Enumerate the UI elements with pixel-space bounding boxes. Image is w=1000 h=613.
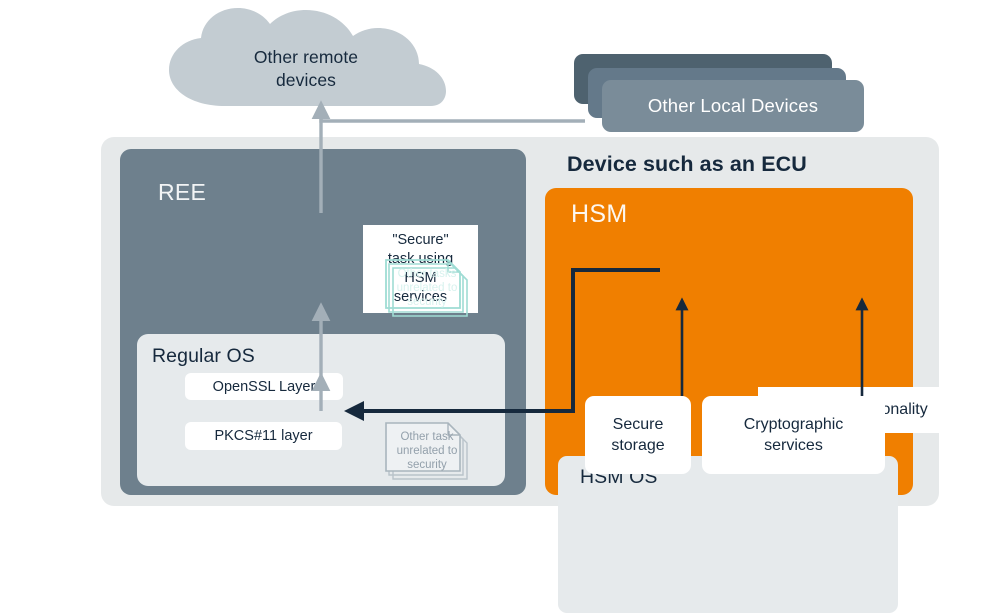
other-task-unrelated-note-grey: Other task unrelated to security — [385, 421, 475, 483]
note-grey-line1: Other task — [400, 431, 454, 443]
device-panel-title: Device such as an ECU — [567, 152, 807, 176]
cryptographic-services-text: Cryptographic services — [744, 414, 844, 456]
secure-storage-text: Secure storage — [611, 414, 664, 456]
cryptographic-services-line1: Cryptographic — [743, 416, 844, 433]
note-teal-line1: Other tasks — [397, 268, 457, 280]
other-local-devices-stack: Other Local Devices — [574, 54, 864, 132]
other-remote-devices-cloud: Other remote devices — [163, 6, 449, 108]
cryptographic-services-line2: services — [764, 437, 823, 454]
secure-storage-line1: Secure — [612, 416, 664, 433]
pkcs11-layer-label: PKCS#11 layer — [214, 428, 313, 444]
secure-storage-line2: storage — [611, 437, 665, 454]
local-device-card-front: Other Local Devices — [602, 80, 864, 132]
diagram-canvas: Other remote devices Other Local Devices… — [0, 0, 1000, 613]
cloud-label-line2: devices — [275, 70, 337, 90]
cloud-label-line1: Other remote — [253, 47, 359, 67]
secure-task-line1: "Secure" — [392, 232, 449, 248]
hsm-title: HSM — [571, 200, 628, 228]
note-grey-line2: unrelated to — [396, 445, 458, 457]
ree-title: REE — [158, 179, 207, 205]
pkcs11-layer-box: PKCS#11 layer — [185, 422, 342, 450]
secure-storage-box: Secure storage — [585, 396, 691, 474]
cryptographic-services-box: Cryptographic services — [702, 396, 885, 474]
note-grey-line3: security — [407, 459, 447, 471]
regular-os-title: Regular OS — [152, 345, 255, 367]
note-teal-text: Other tasks unrelated to security — [385, 267, 469, 309]
note-teal-line3: security — [407, 296, 447, 308]
note-grey-text: Other task unrelated to security — [385, 430, 469, 472]
openssl-layer-label: OpenSSL Layer — [212, 378, 316, 395]
note-teal-line2: unrelated to — [396, 282, 458, 294]
other-tasks-unrelated-note-teal: Other tasks unrelated to security — [385, 258, 475, 320]
cloud-label: Other remote devices — [163, 46, 449, 92]
hsm-os-panel: HSM OS — [558, 456, 898, 613]
openssl-layer-box: OpenSSL Layer — [185, 373, 343, 400]
local-devices-label: Other Local Devices — [647, 95, 819, 116]
